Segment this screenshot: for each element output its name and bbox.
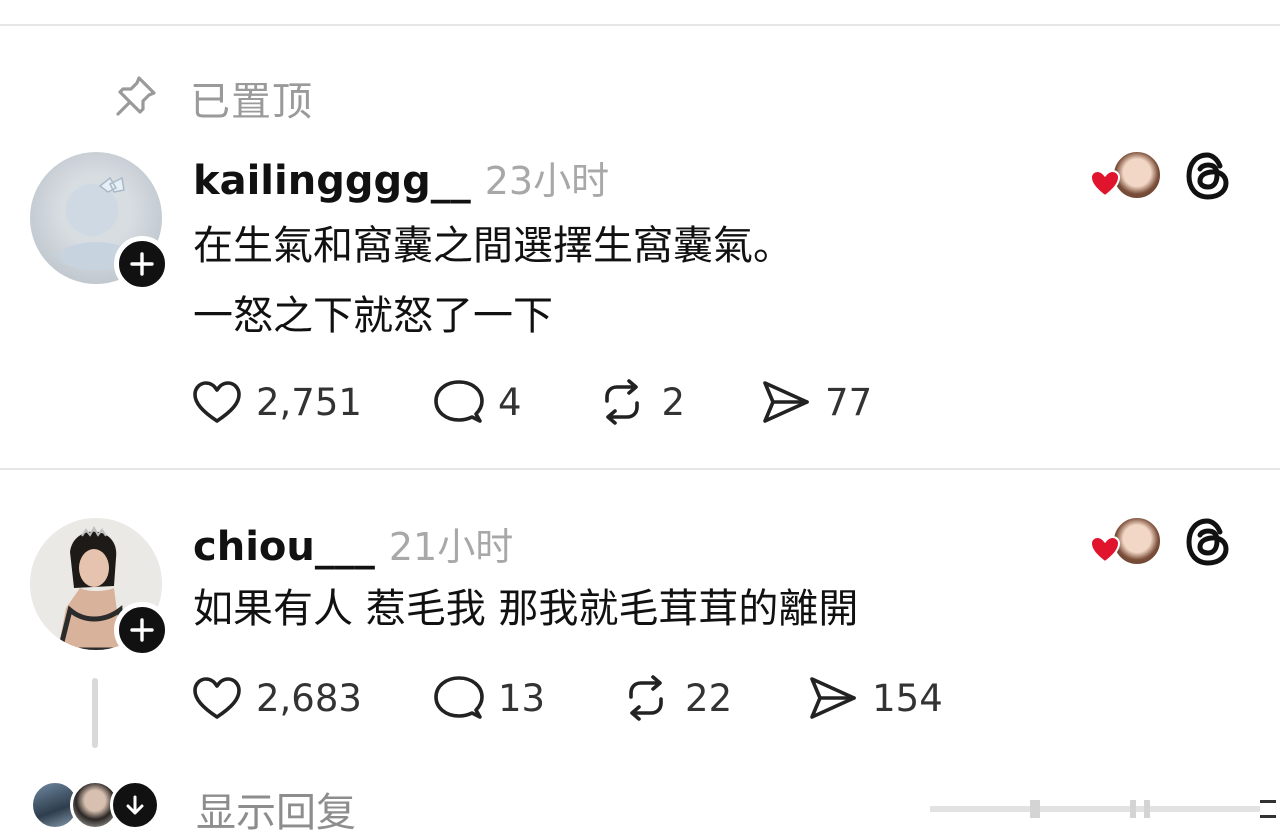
like-button[interactable]: 2,751 bbox=[190, 375, 362, 429]
arrow-down-icon bbox=[126, 795, 144, 815]
share-icon bbox=[763, 381, 809, 423]
scroll-indicator bbox=[930, 800, 1276, 818]
comment-count: 4 bbox=[497, 380, 522, 424]
heart-icon bbox=[193, 381, 241, 423]
like-count: 2,683 bbox=[256, 676, 362, 720]
share-icon bbox=[810, 677, 856, 719]
follow-button[interactable] bbox=[114, 236, 170, 292]
post-text-line: 如果有人 惹毛我 那我就毛茸茸的離開 bbox=[193, 586, 859, 632]
author-avatar[interactable] bbox=[30, 152, 170, 292]
threads-icon[interactable] bbox=[1180, 148, 1236, 204]
username[interactable]: kailingggg__ bbox=[193, 158, 471, 204]
post-time: 21小时 bbox=[388, 525, 514, 569]
thread-connector-line bbox=[92, 678, 98, 748]
like-count: 2,751 bbox=[256, 380, 362, 424]
heart-icon bbox=[1089, 169, 1121, 198]
repost-icon bbox=[605, 379, 640, 425]
author-avatar[interactable] bbox=[30, 518, 170, 658]
like-button[interactable]: 2,683 bbox=[190, 671, 362, 725]
heart-icon bbox=[193, 677, 241, 719]
share-count: 154 bbox=[872, 676, 943, 720]
show-replies-label[interactable]: 显示回复 bbox=[196, 780, 356, 838]
threads-icon[interactable] bbox=[1180, 514, 1236, 570]
share-button[interactable]: 154 bbox=[806, 671, 943, 725]
repost-button[interactable]: 2 bbox=[595, 375, 685, 429]
repost-count: 2 bbox=[661, 380, 686, 424]
post-text-line: 一怒之下就怒了一下 bbox=[193, 293, 553, 339]
post-time: 23小时 bbox=[484, 159, 610, 203]
pin-icon bbox=[112, 72, 160, 124]
share-count: 77 bbox=[825, 380, 873, 424]
repost-button[interactable]: 22 bbox=[619, 671, 732, 725]
pinned-indicator: 已置顶 bbox=[112, 70, 313, 126]
comment-button[interactable]: 13 bbox=[432, 671, 545, 725]
comment-count: 13 bbox=[497, 676, 546, 720]
follow-button[interactable] bbox=[114, 602, 170, 658]
liked-by-author bbox=[1088, 516, 1162, 566]
comment-icon bbox=[434, 676, 484, 719]
top-divider bbox=[0, 24, 1280, 26]
comment-button[interactable]: 4 bbox=[432, 375, 522, 429]
heart-icon bbox=[1089, 535, 1121, 564]
pinned-label: 已置顶 bbox=[190, 79, 313, 125]
repost-count: 22 bbox=[685, 676, 733, 720]
username[interactable]: chiou___ bbox=[193, 524, 375, 570]
share-button[interactable]: 77 bbox=[759, 375, 872, 429]
liked-by-author bbox=[1088, 150, 1162, 200]
post-divider bbox=[0, 468, 1280, 470]
comment-icon bbox=[434, 380, 484, 423]
post-text-line: 在生氣和窩囊之間選擇生窩囊氣。 bbox=[193, 223, 793, 269]
show-replies-row[interactable]: 显示回复 bbox=[30, 772, 1280, 836]
repost-icon bbox=[629, 675, 663, 721]
expand-replies-button[interactable] bbox=[110, 780, 160, 830]
